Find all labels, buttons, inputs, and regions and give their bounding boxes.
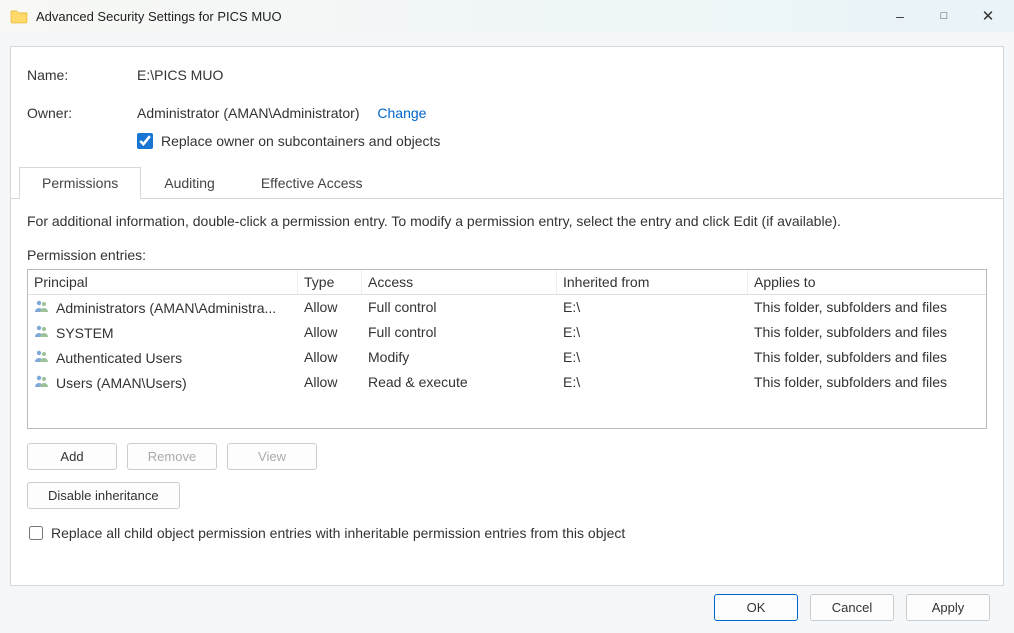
- view-button[interactable]: View: [227, 443, 317, 470]
- principal-text: Authenticated Users: [56, 350, 182, 366]
- access-cell: Modify: [362, 347, 557, 368]
- table-row[interactable]: Administrators (AMAN\Administra... AllowF…: [28, 295, 986, 320]
- table-header: Principal Type Access Inherited from App…: [28, 270, 986, 295]
- inherited-cell: E:\: [557, 347, 748, 368]
- col-header-principal[interactable]: Principal: [28, 270, 298, 294]
- access-cell: Full control: [362, 297, 557, 318]
- entries-label: Permission entries:: [27, 247, 987, 263]
- table-row[interactable]: Users (AMAN\Users) AllowRead & executeE:\…: [28, 370, 986, 395]
- users-icon: [34, 374, 50, 391]
- replace-owner-checkbox[interactable]: [137, 133, 153, 149]
- table-row[interactable]: SYSTEM AllowFull controlE:\This folder, s…: [28, 320, 986, 345]
- replace-child-checkbox[interactable]: [29, 526, 43, 540]
- type-cell: Allow: [298, 372, 362, 393]
- minimize-button[interactable]: –: [890, 8, 910, 24]
- ok-button[interactable]: OK: [714, 594, 798, 621]
- users-icon: [34, 349, 50, 366]
- permission-entries-table: Principal Type Access Inherited from App…: [27, 269, 987, 429]
- name-label: Name:: [27, 67, 137, 83]
- replace-owner-label: Replace owner on subcontainers and objec…: [161, 133, 440, 149]
- type-cell: Allow: [298, 297, 362, 318]
- tab-permissions[interactable]: Permissions: [19, 167, 141, 199]
- owner-label: Owner:: [27, 105, 137, 121]
- type-cell: Allow: [298, 347, 362, 368]
- info-text: For additional information, double-click…: [27, 213, 987, 229]
- close-button[interactable]: ✕: [978, 7, 998, 25]
- maximize-button[interactable]: □: [934, 10, 954, 22]
- inherited-cell: E:\: [557, 297, 748, 318]
- window-controls: – □ ✕: [890, 7, 1004, 25]
- access-cell: Full control: [362, 322, 557, 343]
- add-button[interactable]: Add: [27, 443, 117, 470]
- col-header-access[interactable]: Access: [362, 270, 557, 294]
- name-value: E:\PICS MUO: [137, 67, 223, 83]
- tabs: Permissions Auditing Effective Access: [11, 167, 1003, 199]
- inherited-cell: E:\: [557, 372, 748, 393]
- applies-cell: This folder, subfolders and files: [748, 372, 986, 393]
- titlebar: Advanced Security Settings for PICS MUO …: [0, 0, 1014, 32]
- applies-cell: This folder, subfolders and files: [748, 347, 986, 368]
- dialog-footer: OK Cancel Apply: [10, 586, 1004, 621]
- users-icon: [34, 324, 50, 341]
- col-header-type[interactable]: Type: [298, 270, 362, 294]
- inherited-cell: E:\: [557, 322, 748, 343]
- change-owner-link[interactable]: Change: [377, 105, 426, 121]
- cancel-button[interactable]: Cancel: [810, 594, 894, 621]
- apply-button[interactable]: Apply: [906, 594, 990, 621]
- users-icon: [34, 299, 50, 316]
- type-cell: Allow: [298, 322, 362, 343]
- applies-cell: This folder, subfolders and files: [748, 322, 986, 343]
- applies-cell: This folder, subfolders and files: [748, 297, 986, 318]
- tab-effective-access[interactable]: Effective Access: [238, 167, 386, 199]
- remove-button[interactable]: Remove: [127, 443, 217, 470]
- principal-text: Users (AMAN\Users): [56, 375, 187, 391]
- principal-text: Administrators (AMAN\Administra...: [56, 300, 276, 316]
- main-panel: Name: E:\PICS MUO Owner: Administrator (…: [10, 46, 1004, 586]
- replace-child-label: Replace all child object permission entr…: [51, 525, 625, 541]
- folder-icon: [10, 8, 28, 24]
- principal-text: SYSTEM: [56, 325, 114, 341]
- window-title: Advanced Security Settings for PICS MUO: [36, 9, 890, 24]
- table-row[interactable]: Authenticated Users AllowModifyE:\This fo…: [28, 345, 986, 370]
- col-header-applies[interactable]: Applies to: [748, 270, 986, 294]
- tab-auditing[interactable]: Auditing: [141, 167, 238, 199]
- access-cell: Read & execute: [362, 372, 557, 393]
- col-header-inherited[interactable]: Inherited from: [557, 270, 748, 294]
- owner-value: Administrator (AMAN\Administrator) Chang…: [137, 105, 426, 121]
- disable-inheritance-button[interactable]: Disable inheritance: [27, 482, 180, 509]
